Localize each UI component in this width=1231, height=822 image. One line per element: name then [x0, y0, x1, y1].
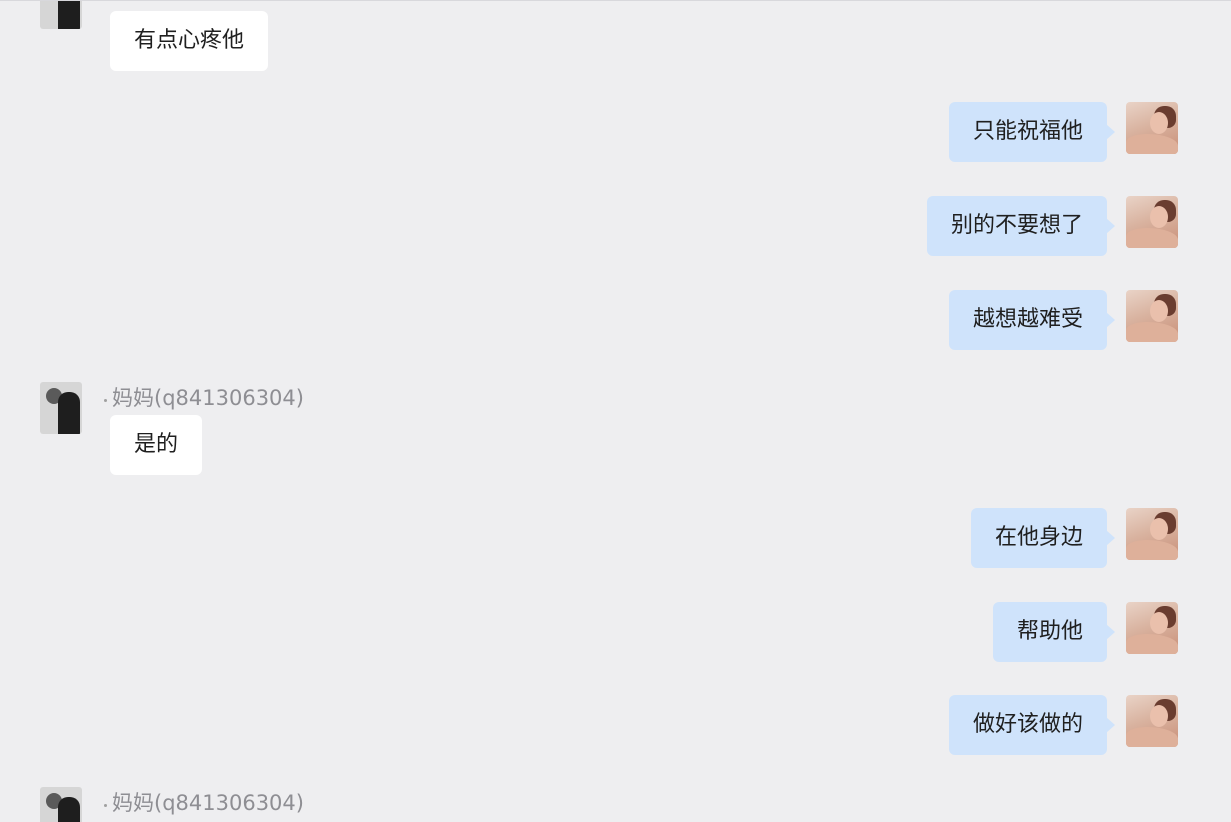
- contact-avatar-icon[interactable]: [40, 382, 82, 434]
- sender-name: 妈妈(q841306304): [112, 791, 304, 815]
- user-avatar-icon[interactable]: [1126, 102, 1178, 154]
- user-avatar-icon[interactable]: [1126, 196, 1178, 248]
- user-avatar-icon[interactable]: [1126, 602, 1178, 654]
- user-avatar-icon[interactable]: [1126, 290, 1178, 342]
- message-bubble-outgoing[interactable]: 只能祝福他: [948, 102, 1116, 162]
- contact-avatar-icon[interactable]: [40, 787, 82, 822]
- divider-dot: [104, 804, 107, 807]
- user-avatar-icon[interactable]: [1126, 695, 1178, 747]
- message-bubble-incoming[interactable]: 是的: [110, 415, 203, 475]
- message-bubble-incoming[interactable]: 有点心疼他: [110, 11, 269, 71]
- message-bubble-outgoing[interactable]: 别的不要想了: [926, 196, 1116, 256]
- contact-avatar-icon[interactable]: [40, 1, 82, 29]
- message-bubble-outgoing[interactable]: 在他身边: [970, 508, 1116, 568]
- message-bubble-outgoing[interactable]: 做好该做的: [948, 695, 1116, 755]
- chat-window[interactable]: 有点心疼他 只能祝福他 别的不要想了 越想越难受 妈妈(q841306304) …: [0, 0, 1231, 822]
- divider-dot: [104, 399, 107, 402]
- user-avatar-icon[interactable]: [1126, 508, 1178, 560]
- message-bubble-outgoing[interactable]: 越想越难受: [948, 290, 1116, 350]
- message-bubble-outgoing[interactable]: 帮助他: [992, 602, 1116, 662]
- sender-name: 妈妈(q841306304): [112, 386, 304, 410]
